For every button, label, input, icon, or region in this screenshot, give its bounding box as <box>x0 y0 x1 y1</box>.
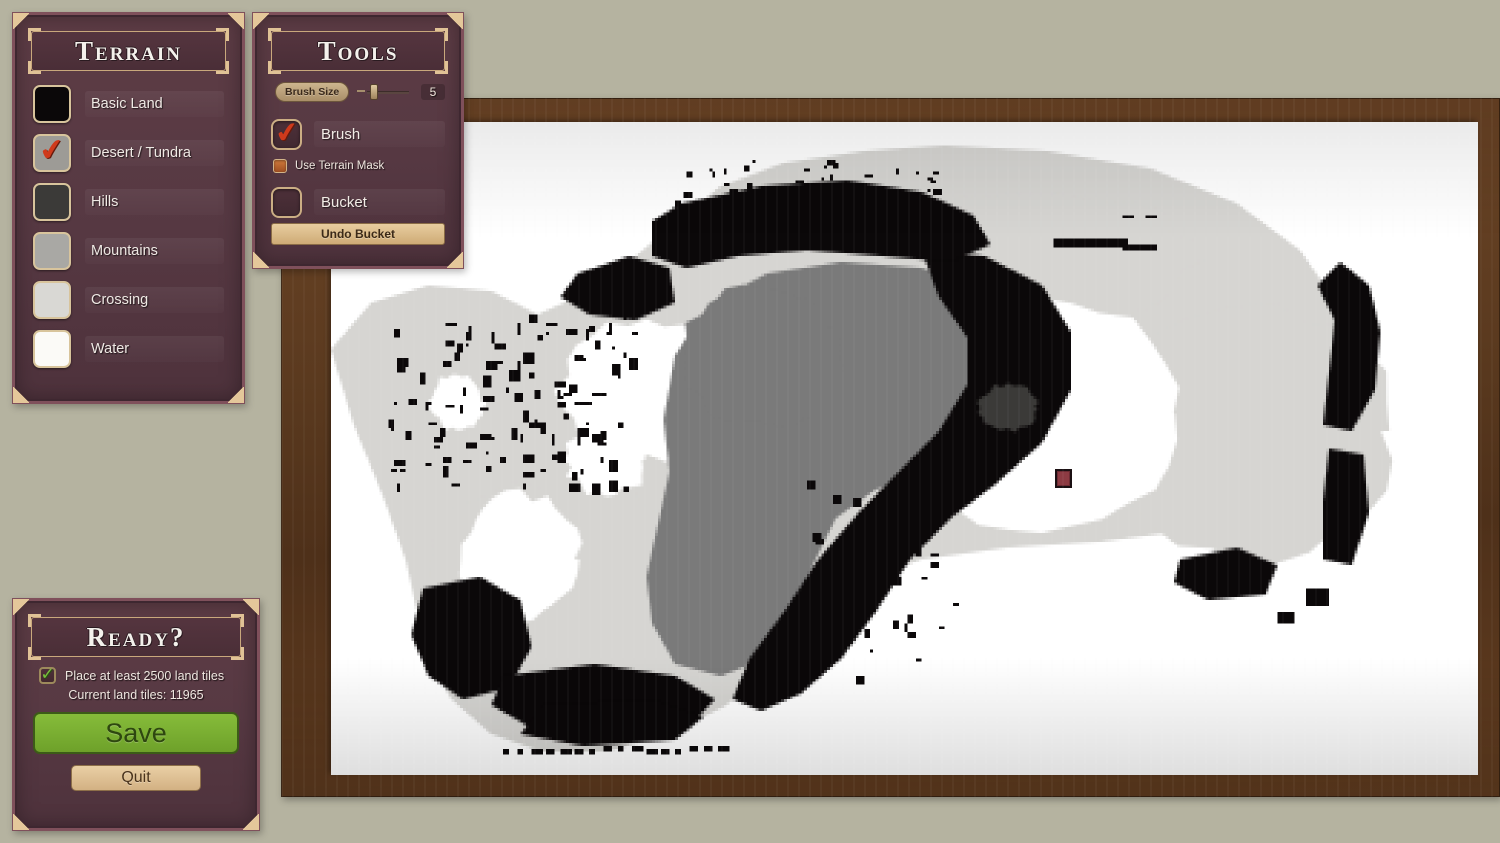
title-corner-tl <box>268 28 281 41</box>
check-icon: ✓ <box>40 664 55 685</box>
terrain-item-label: Hills <box>85 188 224 215</box>
title-corner-bl <box>28 61 41 74</box>
bucket-label: Bucket <box>314 189 445 215</box>
checkmark-icon: ✔ <box>272 114 301 151</box>
terrain-item-label: Desert / Tundra <box>85 139 224 166</box>
requirement-label: Place at least 2500 land tiles <box>65 668 225 683</box>
brush-size-row: Brush Size 5 <box>275 81 445 103</box>
tools-panel-title: Tools <box>268 28 448 74</box>
title-corner-br <box>216 61 229 74</box>
brush-cursor <box>1055 469 1072 488</box>
requirement-row: ✓ Place at least 2500 land tiles <box>39 664 239 685</box>
panel-corner-bottom-right <box>228 387 244 403</box>
slider-knob[interactable] <box>370 84 379 100</box>
panel-corner-bottom-right <box>243 814 259 830</box>
terrain-swatch[interactable] <box>33 280 71 319</box>
title-corner-tr <box>435 28 448 41</box>
panel-corner-bottom-left <box>13 814 29 830</box>
ready-title-text: Ready? <box>86 621 186 652</box>
current-land-tiles: Current land tiles: 11965 <box>68 688 204 702</box>
terrain-swatch[interactable] <box>33 84 71 123</box>
terrain-panel: Terrain Basic Land ✔ Desert / Tundra Hills M… <box>12 12 245 404</box>
terrain-item-label: Mountains <box>85 237 224 264</box>
brush-size-value: 5 <box>421 84 445 100</box>
tools-panel: Tools Brush Size 5 ✔ Brush Use Terrain M… <box>252 12 464 269</box>
panel-corner-bottom-right <box>447 252 463 268</box>
requirement-checkbox: ✓ <box>39 664 56 685</box>
brush-size-label: Brush Size <box>275 82 350 102</box>
tools-title-text: Tools <box>317 35 399 66</box>
terrain-item-water[interactable]: Water <box>33 328 224 369</box>
terrain-swatch[interactable] <box>33 182 71 221</box>
terrain-item-basic-land[interactable]: Basic Land <box>33 83 224 124</box>
tool-terrain-mask[interactable]: Use Terrain Mask <box>273 155 445 177</box>
title-corner-tr <box>216 28 229 41</box>
undo-bucket-button[interactable]: Undo Bucket <box>271 223 445 245</box>
slider-minus-icon[interactable] <box>357 90 366 92</box>
map-viewport[interactable] <box>331 122 1478 775</box>
game-screen: Terrain Basic Land ✔ Desert / Tundra Hills M… <box>0 0 1500 843</box>
terrain-mask-checkbox[interactable] <box>273 159 287 173</box>
title-corner-tr <box>231 614 244 627</box>
terrain-mask-label: Use Terrain Mask <box>295 160 385 172</box>
terrain-swatch[interactable] <box>33 231 71 270</box>
terrain-panel-title: Terrain <box>28 28 229 74</box>
map-canvas[interactable] <box>331 122 1478 775</box>
title-corner-tl <box>28 28 41 41</box>
brush-size-slider[interactable] <box>355 82 415 102</box>
brush-label: Brush <box>314 121 445 147</box>
ready-panel: Ready? ✓ Place at least 2500 land tiles … <box>12 598 260 831</box>
terrain-swatch[interactable]: ✔ <box>33 131 71 172</box>
title-corner-tl <box>28 614 41 627</box>
terrain-item-hills[interactable]: Hills <box>33 181 224 222</box>
ready-body: ✓ Place at least 2500 land tiles Current… <box>25 664 247 791</box>
terrain-list: Basic Land ✔ Desert / Tundra Hills Mountains… <box>25 81 232 369</box>
quit-button[interactable]: Quit <box>71 765 201 791</box>
terrain-item-desert-tundra[interactable]: ✔ Desert / Tundra <box>33 132 224 173</box>
ready-panel-title: Ready? <box>28 614 244 660</box>
title-corner-br <box>231 647 244 660</box>
tools-body: Brush Size 5 ✔ Brush Use Terrain Mask Bu… <box>265 81 451 245</box>
terrain-title-text: Terrain <box>75 35 182 66</box>
title-corner-bl <box>28 647 41 660</box>
terrain-item-label: Basic Land <box>85 90 224 117</box>
title-corner-br <box>435 61 448 74</box>
terrain-item-mountains[interactable]: Mountains <box>33 230 224 271</box>
title-corner-bl <box>268 61 281 74</box>
terrain-item-crossing[interactable]: Crossing <box>33 279 224 320</box>
terrain-swatch[interactable] <box>33 329 71 368</box>
tool-brush[interactable]: ✔ Brush <box>271 114 445 151</box>
tool-bucket[interactable]: Bucket <box>271 185 445 219</box>
save-button[interactable]: Save <box>33 712 239 754</box>
bucket-checkbox[interactable] <box>271 186 302 218</box>
terrain-item-label: Water <box>85 335 224 362</box>
terrain-item-label: Crossing <box>85 286 224 313</box>
brush-checkbox[interactable]: ✔ <box>271 114 302 151</box>
panel-corner-bottom-left <box>13 387 29 403</box>
checkmark-icon: ✔ <box>37 131 67 171</box>
panel-corner-bottom-left <box>253 252 269 268</box>
